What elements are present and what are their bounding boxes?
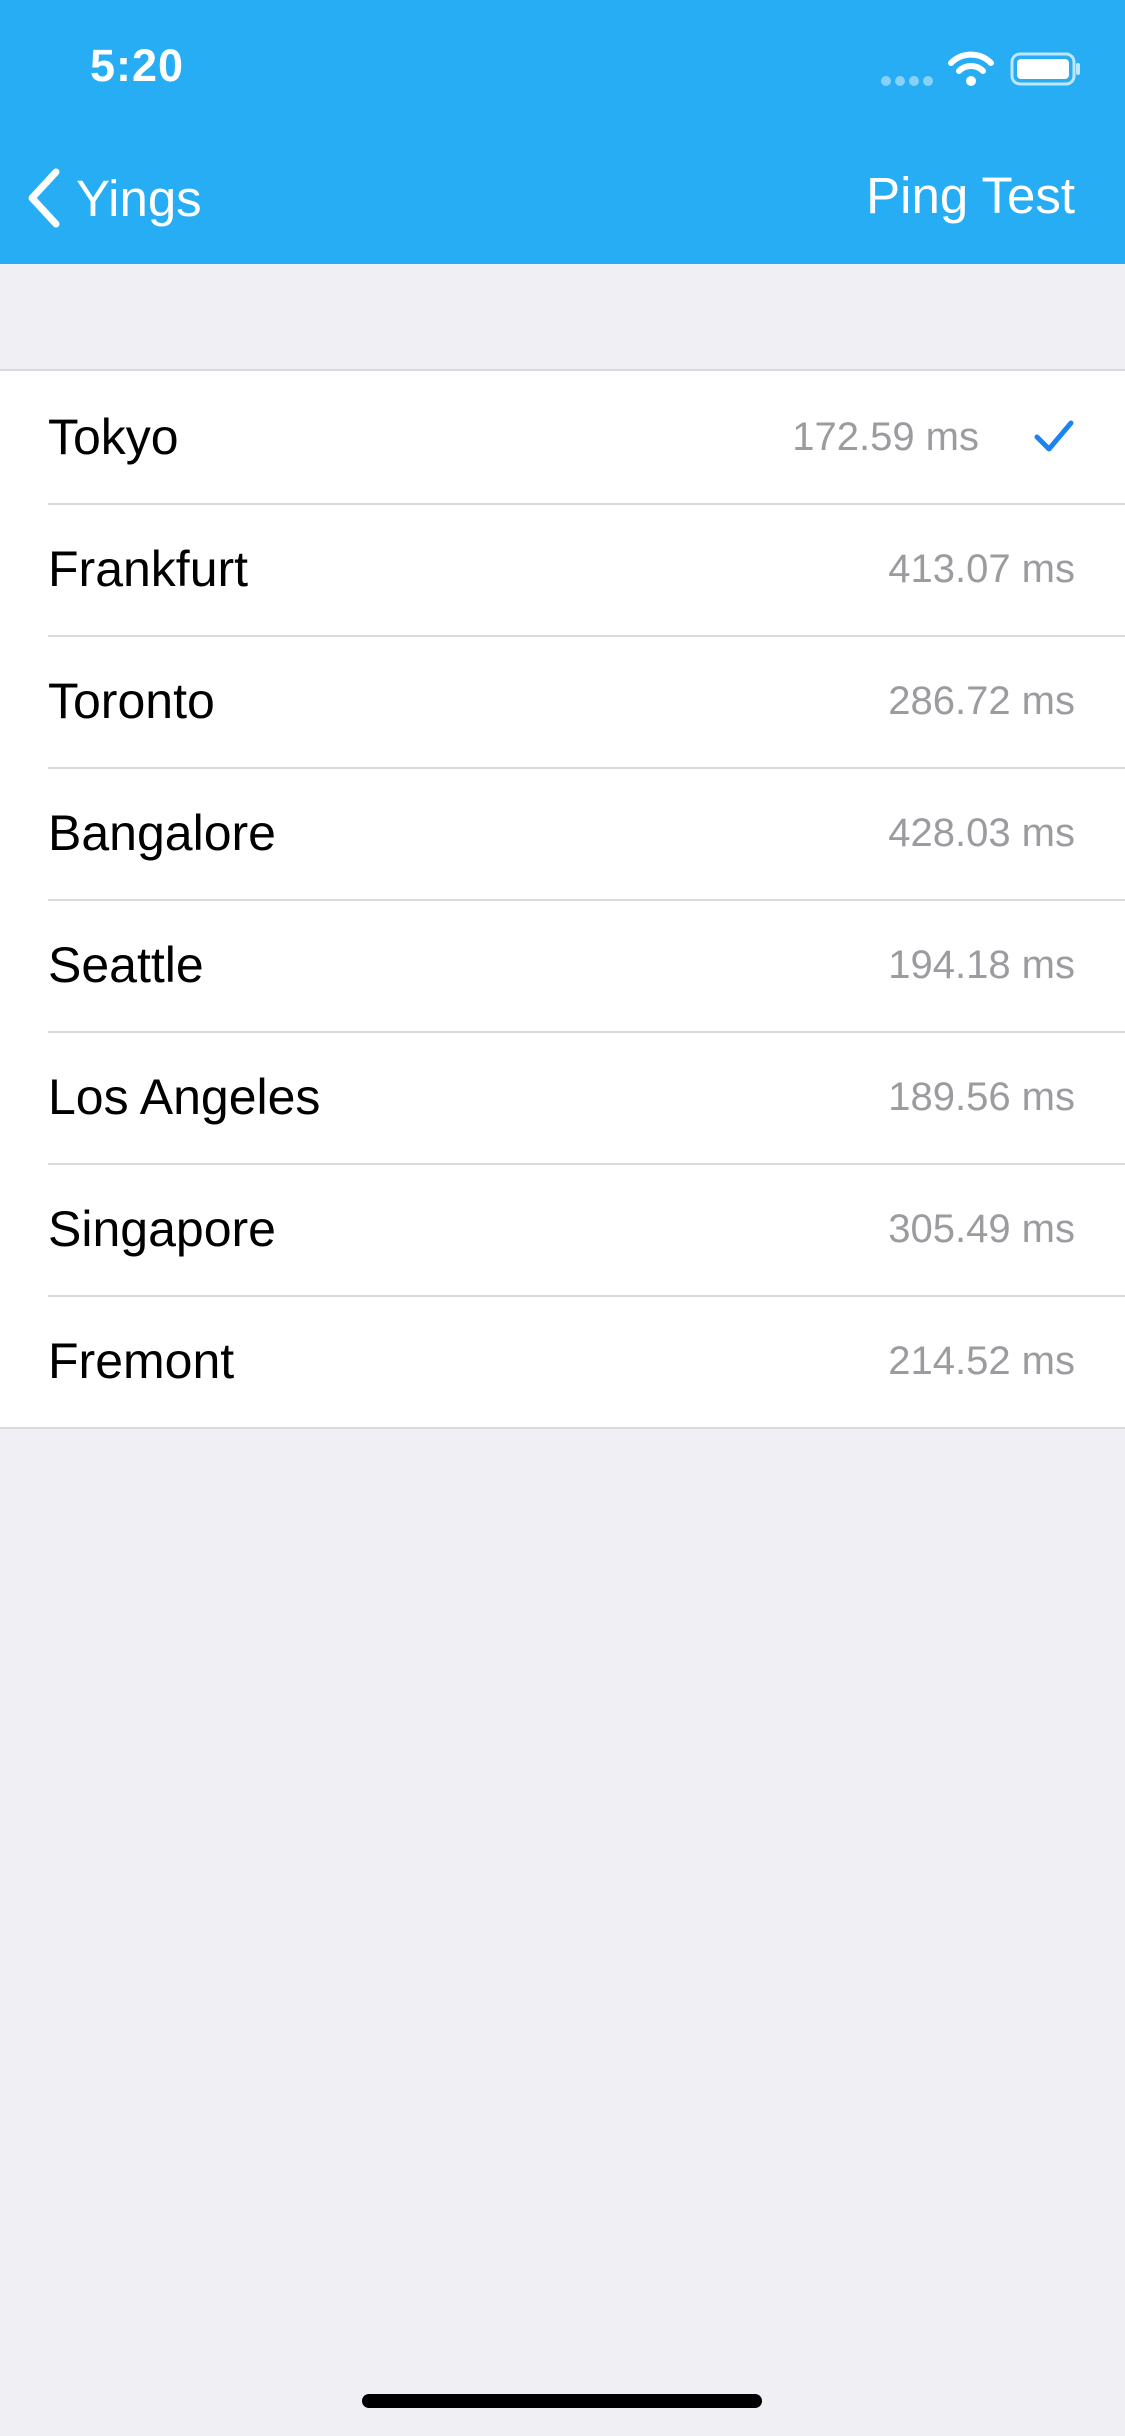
back-button[interactable]: Yings bbox=[24, 160, 202, 236]
wifi-icon bbox=[948, 51, 994, 86]
server-latency: 286.72 ms bbox=[888, 679, 1075, 723]
server-name: Tokyo bbox=[48, 409, 179, 465]
server-name: Singapore bbox=[48, 1201, 276, 1257]
server-latency: 305.49 ms bbox=[888, 1207, 1075, 1251]
home-indicator[interactable] bbox=[362, 2394, 762, 2408]
server-row-los-angeles[interactable]: Los Angeles 189.56 ms bbox=[0, 1031, 1125, 1163]
server-row-fremont[interactable]: Fremont 214.52 ms bbox=[0, 1295, 1125, 1427]
checkmark-icon bbox=[1034, 420, 1074, 452]
chevron-left-icon bbox=[28, 168, 60, 228]
server-latency: 214.52 ms bbox=[888, 1339, 1075, 1383]
server-name: Frankfurt bbox=[48, 541, 249, 597]
battery-icon bbox=[1010, 52, 1080, 86]
server-name: Bangalore bbox=[48, 805, 276, 861]
server-row-singapore[interactable]: Singapore 305.49 ms bbox=[0, 1163, 1125, 1295]
server-list: Tokyo 172.59 ms Frankfurt 413.07 ms Toro… bbox=[0, 369, 1125, 1429]
server-row-toronto[interactable]: Toronto 286.72 ms bbox=[0, 635, 1125, 767]
server-latency: 194.18 ms bbox=[888, 943, 1075, 987]
server-latency: 189.56 ms bbox=[888, 1075, 1075, 1119]
server-name: Toronto bbox=[48, 673, 215, 729]
server-latency: 172.59 ms bbox=[792, 415, 979, 459]
server-name: Fremont bbox=[48, 1333, 235, 1389]
server-row-seattle[interactable]: Seattle 194.18 ms bbox=[0, 899, 1125, 1031]
status-time: 5:20 bbox=[90, 40, 185, 91]
ping-test-button[interactable]: Ping Test bbox=[866, 166, 1075, 225]
navigation-header: 5:20 Yings Ping Test bbox=[0, 0, 1125, 264]
server-name: Los Angeles bbox=[48, 1069, 321, 1125]
server-row-bangalore[interactable]: Bangalore 428.03 ms bbox=[0, 767, 1125, 899]
server-row-tokyo[interactable]: Tokyo 172.59 ms bbox=[0, 371, 1125, 503]
cellular-signal-icon bbox=[881, 76, 933, 86]
back-label: Yings bbox=[76, 169, 202, 227]
server-latency: 413.07 ms bbox=[888, 547, 1075, 591]
server-latency: 428.03 ms bbox=[888, 811, 1075, 855]
server-name: Seattle bbox=[48, 937, 204, 993]
server-row-frankfurt[interactable]: Frankfurt 413.07 ms bbox=[0, 503, 1125, 635]
